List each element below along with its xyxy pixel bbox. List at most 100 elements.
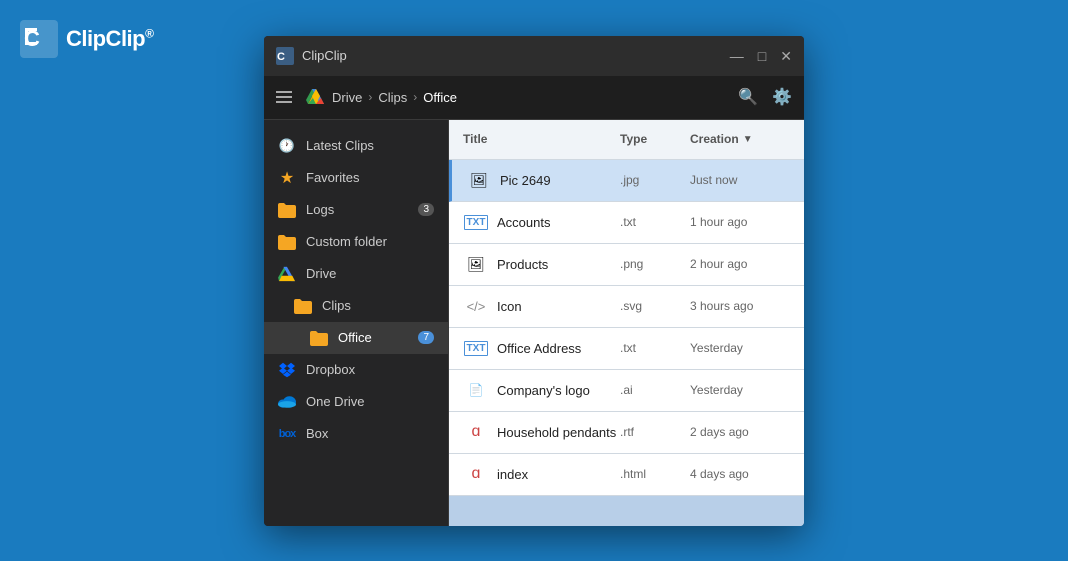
file-name: Company's logo xyxy=(497,383,620,398)
folder-custom-icon xyxy=(278,233,296,251)
file-icon: 🖼 xyxy=(463,251,489,277)
file-row[interactable]: 📄 Company's logo .ai Yesterday xyxy=(449,370,804,412)
file-row[interactable]: </> Icon .svg 3 hours ago xyxy=(449,286,804,328)
sidebar-item-favorites[interactable]: ★ Favorites xyxy=(264,162,448,194)
header-title: Title xyxy=(463,132,620,146)
sidebar-label-latest-clips: Latest Clips xyxy=(306,138,374,153)
file-icon: TXT xyxy=(463,335,489,361)
file-icon: ɑ xyxy=(463,419,489,445)
txt-file-icon: TXT xyxy=(464,215,489,230)
minimize-button[interactable]: — xyxy=(730,49,744,63)
sidebar-item-custom-folder[interactable]: Custom folder xyxy=(264,226,448,258)
header-type: Type xyxy=(620,132,690,146)
file-icon: 🖼 xyxy=(466,167,492,193)
sidebar-label-logs: Logs xyxy=(306,202,334,217)
ai-file-icon: 📄 xyxy=(469,383,484,397)
sidebar-label-onedrive: One Drive xyxy=(306,394,365,409)
sort-arrow-icon: ▼ xyxy=(743,134,753,145)
sidebar-label-clips: Clips xyxy=(322,298,351,313)
brand-area: C ClipClip® xyxy=(20,20,153,58)
file-list-header: Title Type Creation ▼ xyxy=(449,120,804,160)
file-date: 2 days ago xyxy=(690,425,790,439)
file-date: 4 days ago xyxy=(690,467,790,481)
sidebar-label-favorites: Favorites xyxy=(306,170,359,185)
brand-logo-icon: C xyxy=(20,20,58,58)
drive-icon xyxy=(306,87,326,107)
sidebar-label-box: Box xyxy=(306,426,328,441)
file-list-footer xyxy=(449,496,804,526)
sidebar-item-office[interactable]: Office 7 xyxy=(264,322,448,354)
sidebar: 🕐 Latest Clips ★ Favorites Logs 3 Custom… xyxy=(264,120,449,526)
breadcrumb-sep-2: › xyxy=(413,90,417,104)
brand-name: ClipClip® xyxy=(66,26,153,52)
file-date: 3 hours ago xyxy=(690,299,790,313)
file-date: 1 hour ago xyxy=(690,215,790,229)
breadcrumb-bar: Drive › Clips › Office 🔍 ⚙️ xyxy=(264,76,804,120)
content-area: 🕐 Latest Clips ★ Favorites Logs 3 Custom… xyxy=(264,120,804,526)
folder-clips-icon xyxy=(294,297,312,315)
settings-icon[interactable]: ⚙️ xyxy=(772,87,792,107)
file-row[interactable]: ɑ Household pendants .rtf 2 days ago xyxy=(449,412,804,454)
sidebar-item-clips[interactable]: Clips xyxy=(264,290,448,322)
sidebar-label-dropbox: Dropbox xyxy=(306,362,355,377)
clock-icon: 🕐 xyxy=(278,137,296,155)
breadcrumb-clips[interactable]: Clips xyxy=(378,90,407,105)
svg-text:C: C xyxy=(277,51,285,63)
file-row[interactable]: TXT Accounts .txt 1 hour ago xyxy=(449,202,804,244)
window-title: ClipClip xyxy=(302,48,730,63)
breadcrumb-actions: 🔍 ⚙️ xyxy=(738,87,792,107)
close-button[interactable]: ✕ xyxy=(780,49,792,63)
file-type: .ai xyxy=(620,383,690,397)
image-file-icon: 🖼 xyxy=(470,172,488,189)
breadcrumb-drive[interactable]: Drive xyxy=(332,90,362,105)
logs-badge: 3 xyxy=(418,203,434,216)
sidebar-item-box[interactable]: box Box xyxy=(264,418,448,450)
file-type: .txt xyxy=(620,215,690,229)
breadcrumb: Drive › Clips › Office xyxy=(306,87,738,107)
file-icon: 📄 xyxy=(463,377,489,403)
office-badge: 7 xyxy=(418,331,434,344)
file-type: .html xyxy=(620,467,690,481)
file-name: Icon xyxy=(497,299,620,314)
titlebar: C ClipClip — □ ✕ xyxy=(264,36,804,76)
breadcrumb-office[interactable]: Office xyxy=(423,90,457,105)
sidebar-item-latest-clips[interactable]: 🕐 Latest Clips xyxy=(264,130,448,162)
file-row[interactable]: 🖼 Products .png 2 hour ago xyxy=(449,244,804,286)
onedrive-icon xyxy=(278,393,296,411)
file-type: .png xyxy=(620,257,690,271)
titlebar-logo-icon: C xyxy=(276,47,294,65)
search-icon[interactable]: 🔍 xyxy=(738,87,758,107)
sidebar-item-onedrive[interactable]: One Drive xyxy=(264,386,448,418)
file-type: .jpg xyxy=(620,173,690,187)
rtf-file-icon: ɑ xyxy=(472,423,481,441)
file-rows: 🖼 Pic 2649 .jpg Just now TXT Accounts .t… xyxy=(449,160,804,496)
breadcrumb-sep-1: › xyxy=(368,90,372,104)
file-name: Products xyxy=(497,257,620,272)
app-window: C ClipClip — □ ✕ Drive › Clips › xyxy=(264,36,804,526)
sidebar-item-logs[interactable]: Logs 3 xyxy=(264,194,448,226)
sidebar-label-custom-folder: Custom folder xyxy=(306,234,387,249)
maximize-button[interactable]: □ xyxy=(758,49,766,63)
image-file-icon: 🖼 xyxy=(467,256,485,273)
file-list: Title Type Creation ▼ 🖼 Pic 2649 .jpg Ju… xyxy=(449,120,804,526)
file-name: index xyxy=(497,467,620,482)
file-name: Household pendants xyxy=(497,425,620,440)
html-file-icon: ɑ xyxy=(472,465,481,483)
window-controls: — □ ✕ xyxy=(730,49,792,63)
file-date: 2 hour ago xyxy=(690,257,790,271)
file-icon: ɑ xyxy=(463,461,489,487)
file-name: Pic 2649 xyxy=(500,173,620,188)
hamburger-menu-button[interactable] xyxy=(276,91,292,103)
file-type: .txt xyxy=(620,341,690,355)
file-row[interactable]: 🖼 Pic 2649 .jpg Just now xyxy=(449,160,804,202)
file-row[interactable]: ɑ index .html 4 days ago xyxy=(449,454,804,496)
folder-office-icon xyxy=(310,329,328,347)
drive-sidebar-icon xyxy=(278,265,296,283)
file-name: Accounts xyxy=(497,215,620,230)
sidebar-item-dropbox[interactable]: Dropbox xyxy=(264,354,448,386)
file-row[interactable]: TXT Office Address .txt Yesterday xyxy=(449,328,804,370)
file-name: Office Address xyxy=(497,341,620,356)
box-icon: box xyxy=(278,425,296,443)
sidebar-item-drive[interactable]: Drive xyxy=(264,258,448,290)
header-creation[interactable]: Creation ▼ xyxy=(690,132,790,146)
